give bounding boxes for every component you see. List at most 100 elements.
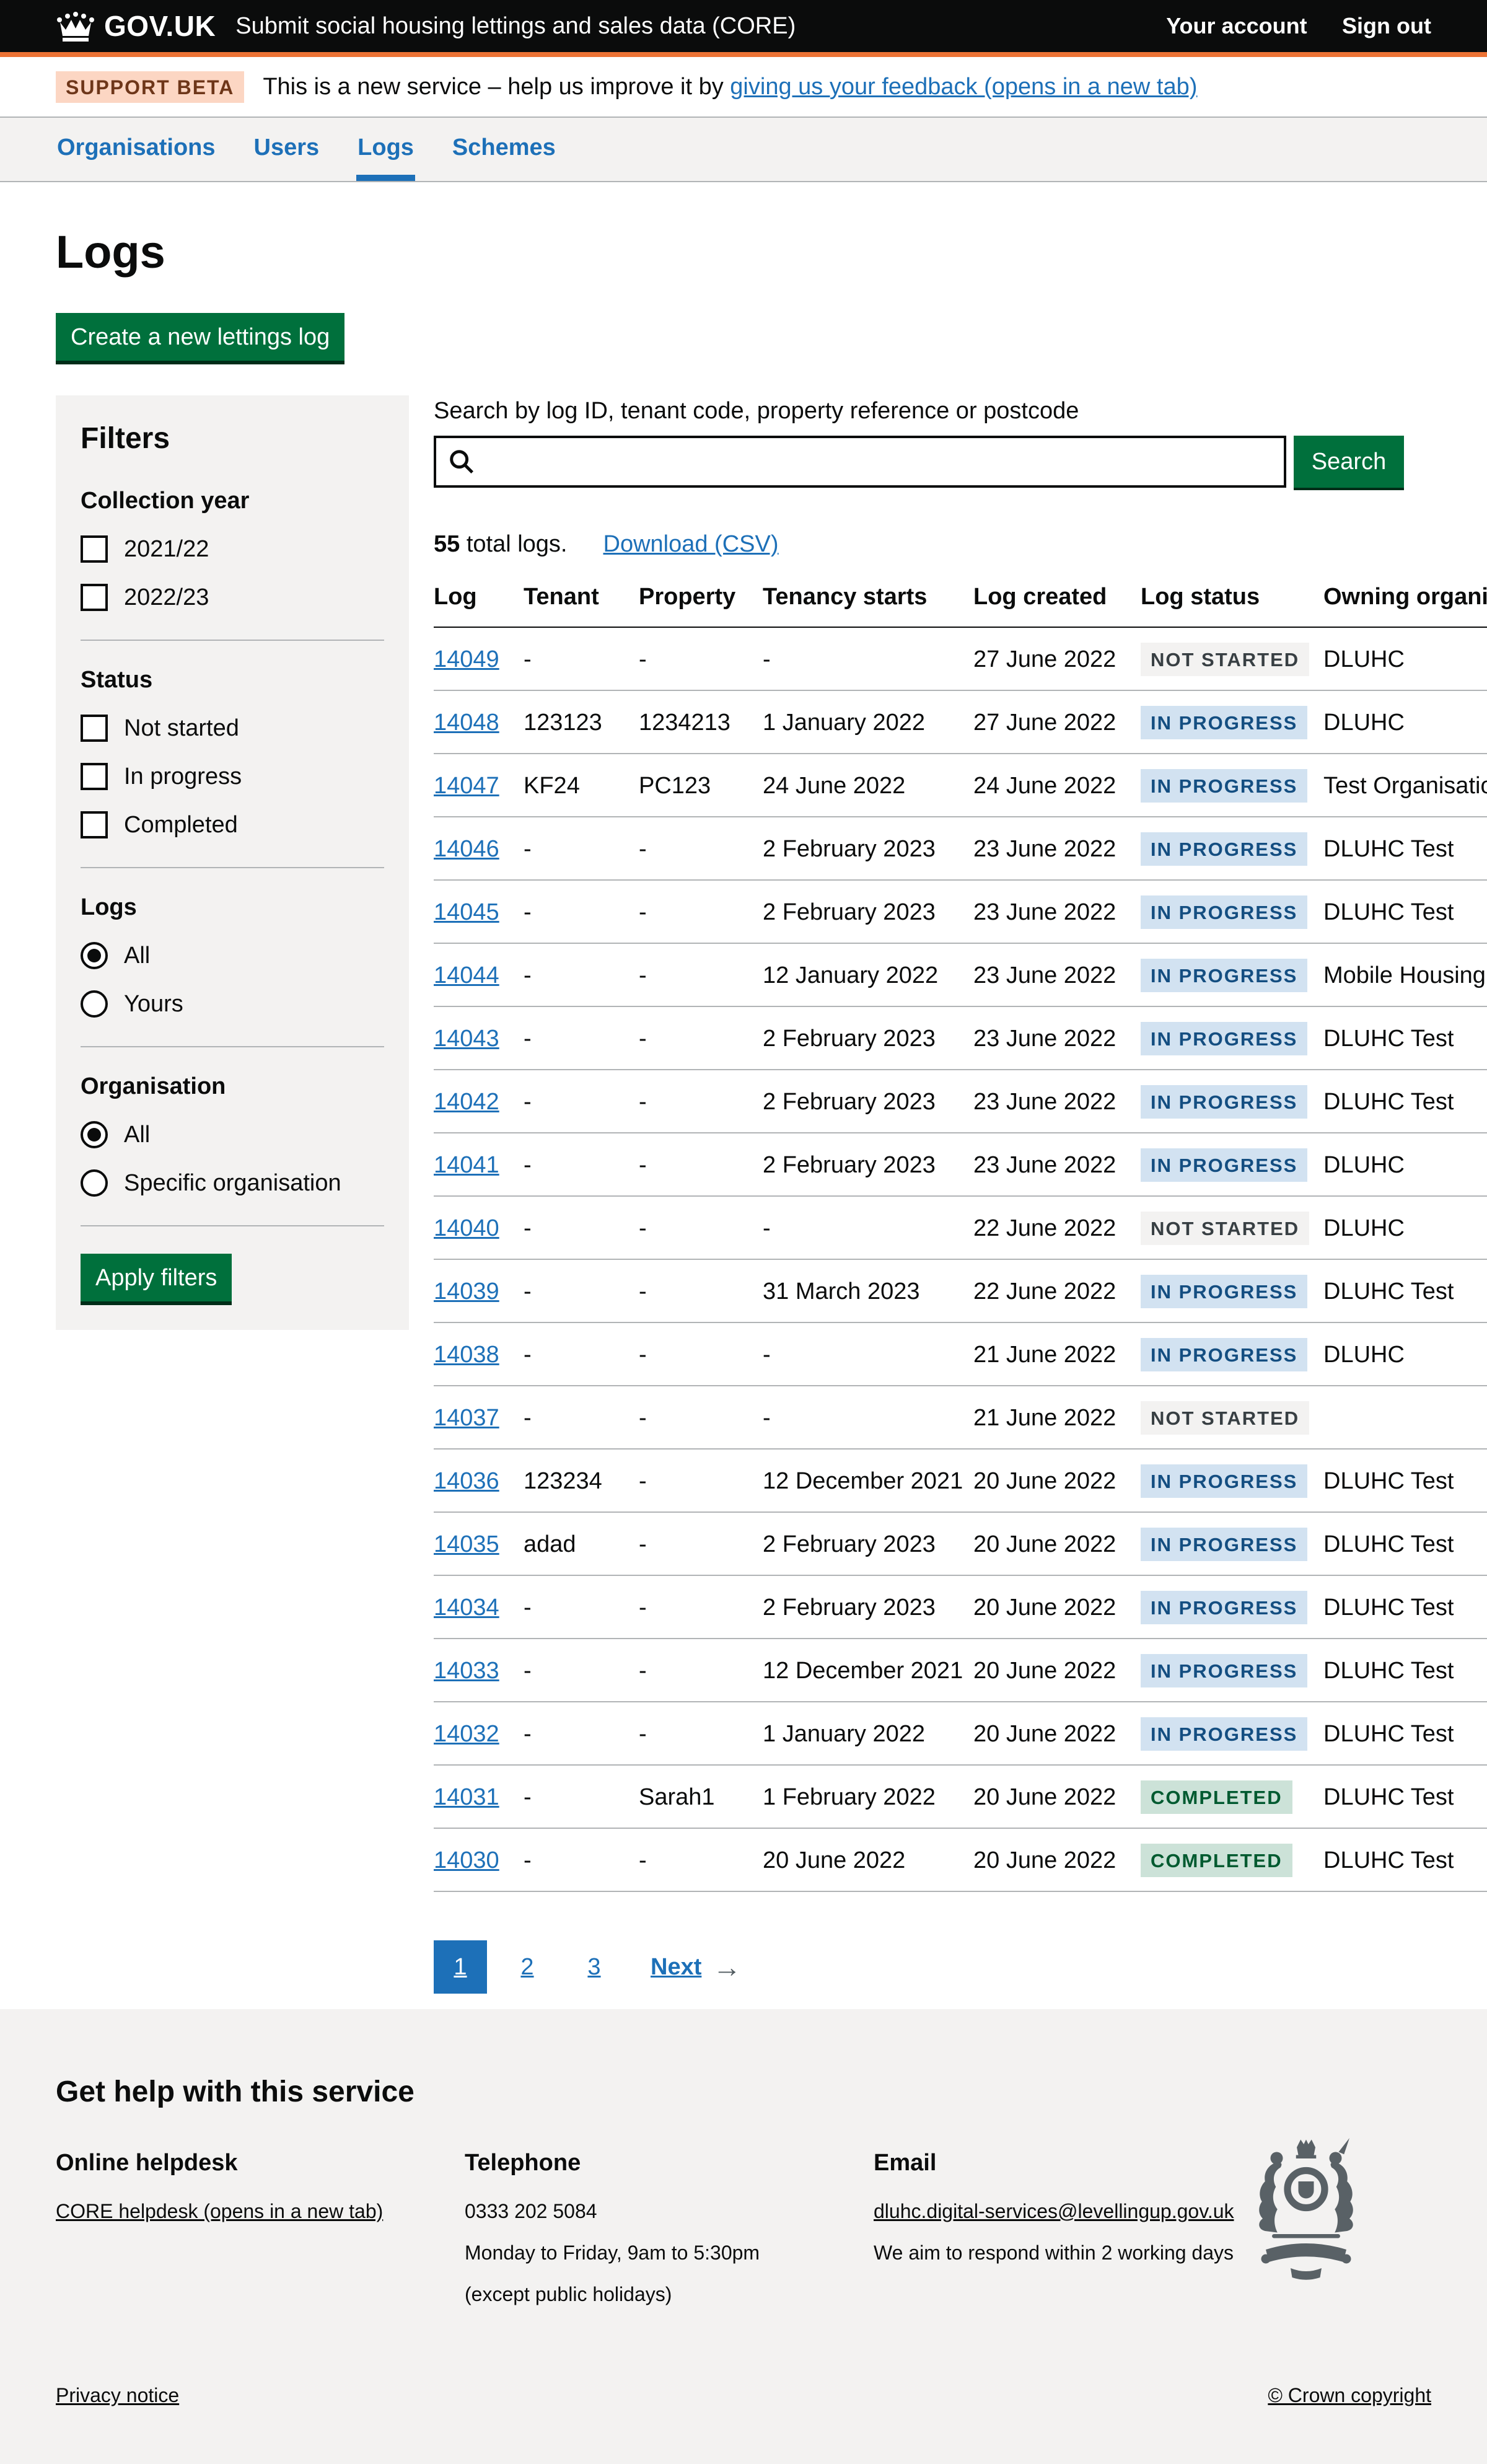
cell-owning-organisation: DLUHC Test <box>1323 1512 1487 1575</box>
cell-log: 14038 <box>434 1322 524 1386</box>
filter-option[interactable]: All <box>81 942 384 969</box>
log-link[interactable]: 14039 <box>434 1278 499 1305</box>
filter-divider <box>81 640 384 641</box>
radio-specific-organisation[interactable] <box>81 1169 108 1197</box>
cell-property: - <box>639 1259 763 1322</box>
your-account-link[interactable]: Your account <box>1166 13 1307 38</box>
cell-log: 14030 <box>434 1828 524 1891</box>
privacy-notice-link[interactable]: Privacy notice <box>56 2384 179 2407</box>
cell-log: 14034 <box>434 1575 524 1639</box>
cell-tenancy-starts: - <box>763 1386 973 1449</box>
cell-property: - <box>639 1322 763 1386</box>
page-link-3[interactable]: 3 <box>568 1940 621 1994</box>
radio-all[interactable] <box>81 942 108 969</box>
log-link[interactable]: 14045 <box>434 899 499 925</box>
cell-property: 1234213 <box>639 690 763 754</box>
filter-option[interactable]: 2022/23 <box>81 584 384 611</box>
log-link[interactable]: 14036 <box>434 1468 499 1494</box>
create-lettings-log-button[interactable]: Create a new lettings log <box>56 313 344 361</box>
service-name-link[interactable]: Submit social housing lettings and sales… <box>235 13 796 40</box>
log-link[interactable]: 14049 <box>434 646 499 672</box>
cell-tenancy-starts: - <box>763 1196 973 1259</box>
filter-option[interactable]: Completed <box>81 811 384 838</box>
filter-option[interactable]: All <box>81 1121 384 1148</box>
checkbox-2021/22[interactable] <box>81 535 108 563</box>
filter-option[interactable]: Specific organisation <box>81 1169 384 1197</box>
crown-copyright-link[interactable]: © Crown copyright <box>1268 2384 1431 2407</box>
nav-item-users[interactable]: Users <box>253 118 321 181</box>
cell-tenancy-starts: 2 February 2023 <box>763 1512 973 1575</box>
log-link[interactable]: 14044 <box>434 962 499 988</box>
log-link[interactable]: 14042 <box>434 1089 499 1115</box>
cell-tenant: - <box>524 1196 639 1259</box>
nav-item-schemes[interactable]: Schemes <box>451 118 557 181</box>
log-link[interactable]: 14030 <box>434 1847 499 1873</box>
log-link[interactable]: 14034 <box>434 1595 499 1621</box>
nav-item-logs[interactable]: Logs <box>356 118 415 181</box>
radio-yours[interactable] <box>81 990 108 1018</box>
log-link[interactable]: 14035 <box>434 1531 499 1557</box>
search-button[interactable]: Search <box>1294 436 1404 488</box>
log-link[interactable]: 14032 <box>434 1721 499 1747</box>
nav-item-organisations[interactable]: Organisations <box>56 118 217 181</box>
log-link[interactable]: 14040 <box>434 1215 499 1241</box>
log-link[interactable]: 14033 <box>434 1658 499 1684</box>
next-page-link[interactable]: Next <box>651 1954 701 1981</box>
log-link[interactable]: 14043 <box>434 1026 499 1052</box>
checkbox-not-started[interactable] <box>81 715 108 742</box>
page-link-1[interactable]: 1 <box>434 1940 487 1994</box>
filter-divider <box>81 1046 384 1047</box>
checkbox-2022/23[interactable] <box>81 584 108 611</box>
filter-option[interactable]: Yours <box>81 990 384 1018</box>
cell-log: 14032 <box>434 1702 524 1765</box>
feedback-link[interactable]: giving us your feedback (opens in a new … <box>730 74 1197 100</box>
page-link-2[interactable]: 2 <box>501 1940 554 1994</box>
cell-log-status: IN PROGRESS <box>1141 943 1323 1006</box>
apply-filters-button[interactable]: Apply filters <box>81 1254 232 1301</box>
column-header-log-created: Log created <box>973 584 1141 627</box>
checkbox-in-progress[interactable] <box>81 763 108 790</box>
table-row: 14030--20 June 202220 June 2022COMPLETED… <box>434 1828 1487 1891</box>
footer-bottom: Privacy notice © Crown copyright <box>56 2384 1431 2407</box>
log-link[interactable]: 14047 <box>434 773 499 799</box>
filter-option[interactable]: In progress <box>81 763 384 790</box>
log-link[interactable]: 14046 <box>434 836 499 862</box>
status-tag: IN PROGRESS <box>1141 1717 1307 1751</box>
log-link[interactable]: 14048 <box>434 710 499 736</box>
cell-log: 14046 <box>434 817 524 880</box>
cell-log-created: 23 June 2022 <box>973 1006 1141 1070</box>
cell-log-created: 23 June 2022 <box>973 817 1141 880</box>
log-link[interactable]: 14038 <box>434 1342 499 1368</box>
total-logs-count: 55 <box>434 531 460 557</box>
log-link[interactable]: 14031 <box>434 1784 499 1810</box>
checkbox-completed[interactable] <box>81 811 108 838</box>
cell-log-created: 22 June 2022 <box>973 1259 1141 1322</box>
cell-log: 14048 <box>434 690 524 754</box>
cell-log: 14035 <box>434 1512 524 1575</box>
download-csv-link[interactable]: Download (CSV) <box>603 531 779 557</box>
cell-log: 14041 <box>434 1133 524 1196</box>
filter-option[interactable]: 2021/22 <box>81 535 384 563</box>
log-link[interactable]: 14041 <box>434 1152 499 1178</box>
cell-tenant: - <box>524 1259 639 1322</box>
radio-all[interactable] <box>81 1121 108 1148</box>
search-input[interactable] <box>434 436 1286 488</box>
cell-log-status: IN PROGRESS <box>1141 1133 1323 1196</box>
log-link[interactable]: 14037 <box>434 1405 499 1431</box>
cell-log: 14045 <box>434 880 524 943</box>
footer-link[interactable]: dluhc.digital-services@levellingup.gov.u… <box>874 2200 1258 2223</box>
filter-option[interactable]: Not started <box>81 715 384 742</box>
header-brand[interactable]: GOV.UK Submit social housing lettings an… <box>56 9 796 43</box>
cell-log-created: 20 June 2022 <box>973 1828 1141 1891</box>
cell-tenant: - <box>524 1322 639 1386</box>
sign-out-link[interactable]: Sign out <box>1342 13 1431 38</box>
next-arrow-icon: → <box>713 1950 741 1984</box>
cell-tenancy-starts: 2 February 2023 <box>763 1575 973 1639</box>
search-label: Search by log ID, tenant code, property … <box>434 398 1487 425</box>
cell-tenant: - <box>524 817 639 880</box>
cell-owning-organisation: DLUHC Test <box>1323 1449 1487 1512</box>
govuk-logotype[interactable]: GOV.UK <box>104 9 216 43</box>
footer-columns: Online helpdeskCORE helpdesk (opens in a… <box>56 2150 1431 2325</box>
footer-link[interactable]: CORE helpdesk (opens in a new tab) <box>56 2200 440 2223</box>
cell-property: - <box>639 1006 763 1070</box>
